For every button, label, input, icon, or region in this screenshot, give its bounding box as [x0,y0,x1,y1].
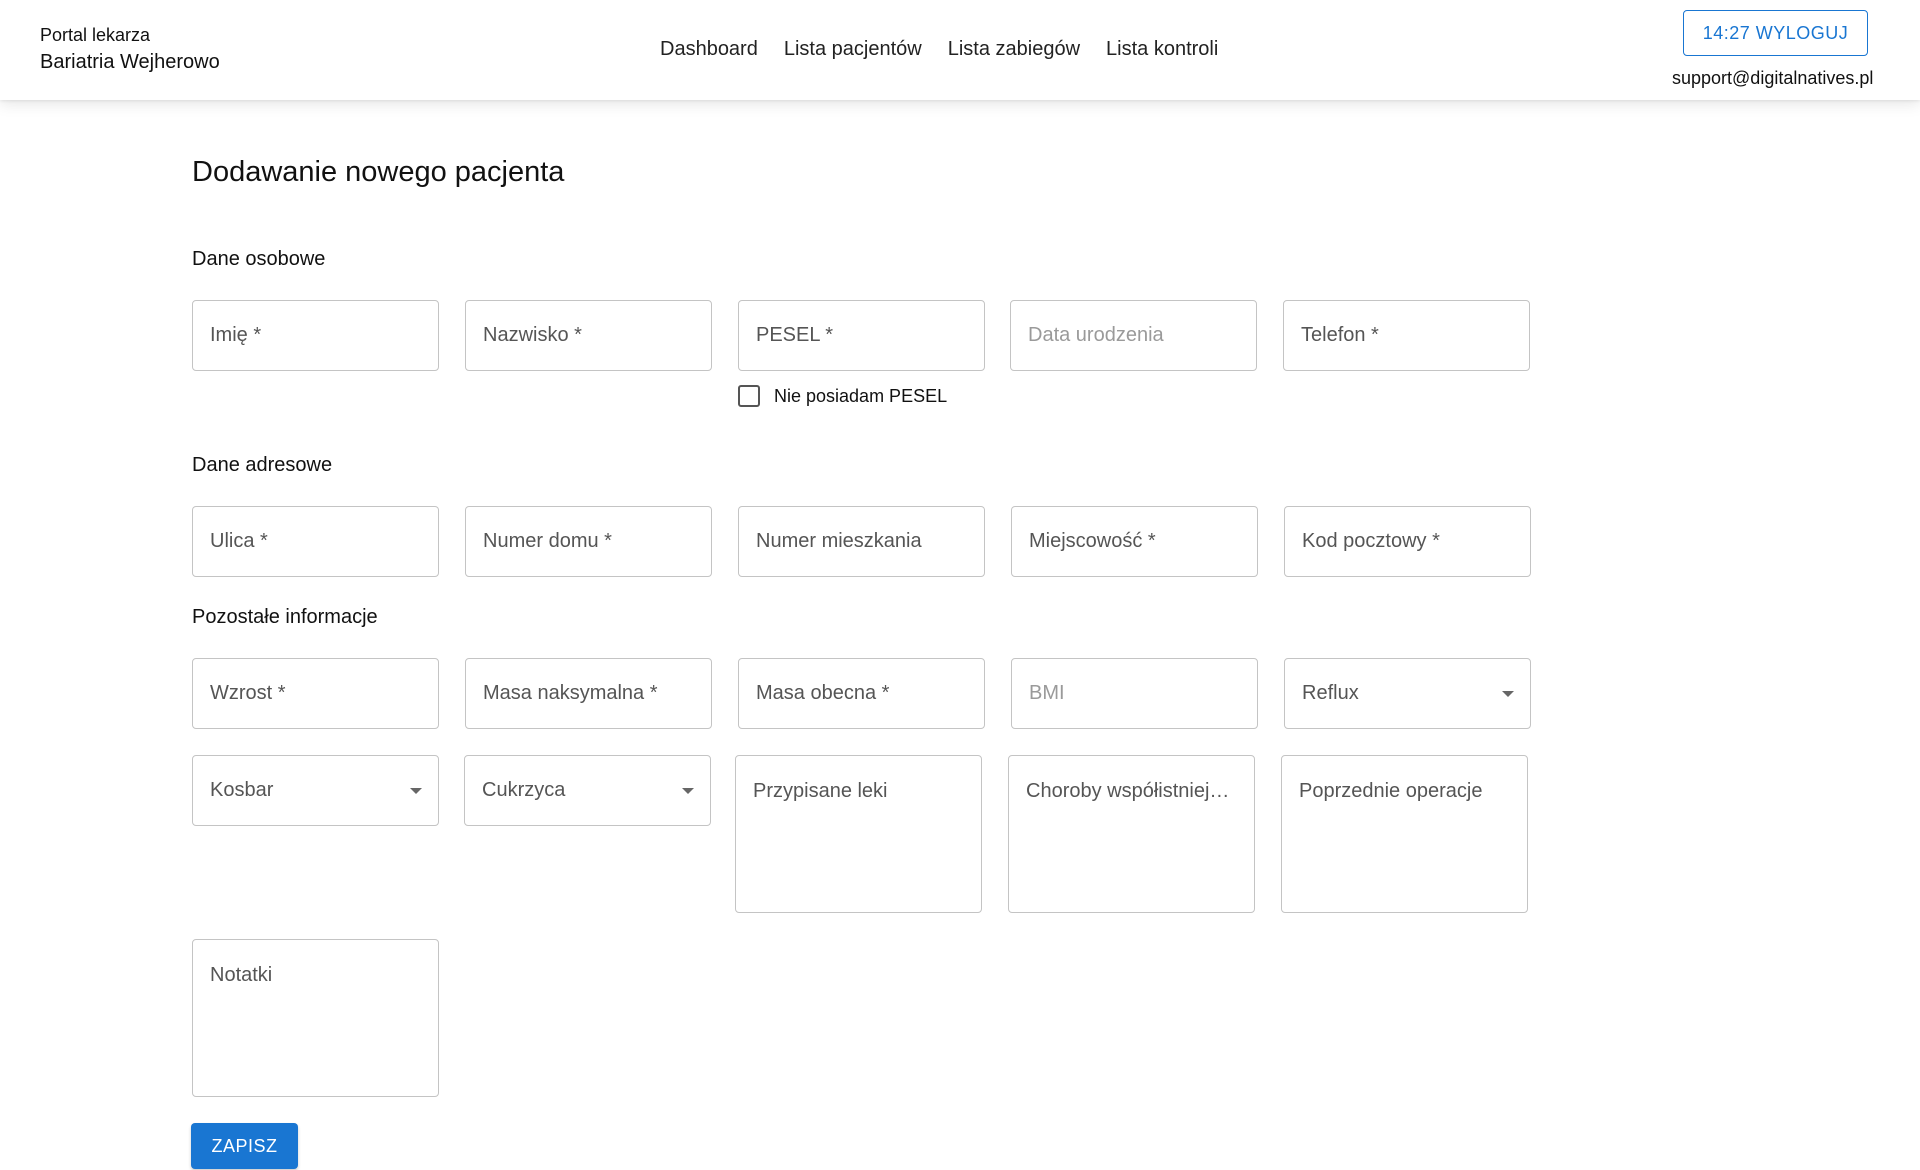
no-pesel-label: Nie posiadam PESEL [774,385,948,406]
house-number-field[interactable]: Numer domu * [465,506,712,577]
notes-label: Notatki [210,964,273,986]
save-button[interactable]: ZAPISZ [191,1123,298,1169]
medications-textarea[interactable]: Przypisane leki [735,755,982,913]
reflux-label: Reflux [1302,682,1359,704]
section-other-title: Pozostałe informacje [192,606,378,628]
phone-label: Telefon * [1301,324,1379,346]
pesel-label: PESEL * [756,324,834,346]
bmi-field[interactable]: BMI [1011,658,1258,729]
caret-down-icon [1502,691,1514,697]
birth-date-label: Data urodzenia [1028,324,1164,346]
main-nav: Dashboard Lista pacjentów Lista zabiegów… [660,38,1218,61]
portal-label: Portal lekarza [40,25,151,45]
no-pesel-checkbox[interactable] [738,385,760,407]
apartment-number-field[interactable]: Numer mieszkania [738,506,985,577]
street-label: Ulica * [210,530,268,552]
previous-operations-textarea[interactable]: Poprzednie operacje [1281,755,1528,913]
postal-code-field[interactable]: Kod pocztowy * [1284,506,1531,577]
last-name-label: Nazwisko * [483,324,582,346]
diabetes-select[interactable]: Cukrzyca [464,755,711,826]
current-weight-label: Masa obecna * [756,682,890,704]
caret-down-icon [682,788,694,794]
nav-patient-list[interactable]: Lista pacjentów [784,38,922,61]
postal-code-label: Kod pocztowy * [1302,530,1440,552]
top-app-bar: Portal lekarza Bariatria Wejherowo Dashb… [0,0,1920,100]
reflux-select[interactable]: Reflux [1284,658,1531,729]
house-number-label: Numer domu * [483,530,612,552]
caret-down-icon [410,788,422,794]
section-address-title: Dane adresowe [192,454,333,476]
pesel-field[interactable]: PESEL * [738,300,985,371]
city-field[interactable]: Miejscowość * [1011,506,1258,577]
nav-procedure-list[interactable]: Lista zabiegów [948,38,1080,61]
support-email: support@digitalnatives.pl [1672,68,1874,88]
clinic-name: Bariatria Wejherowo [40,51,220,73]
kosbar-label: Kosbar [210,779,274,801]
first-name-field[interactable]: Imię * [192,300,439,371]
medications-label: Przypisane leki [753,780,888,802]
street-field[interactable]: Ulica * [192,506,439,577]
diabetes-label: Cukrzyca [482,779,566,801]
logout-button[interactable]: 14:27 WYLOGUJ [1683,10,1868,56]
last-name-field[interactable]: Nazwisko * [465,300,712,371]
comorbidities-label: Choroby współistniejące [1026,780,1240,802]
apartment-number-label: Numer mieszkania [756,530,922,552]
phone-field[interactable]: Telefon * [1283,300,1530,371]
max-weight-field[interactable]: Masa naksymalna * [465,658,712,729]
nav-control-list[interactable]: Lista kontroli [1106,38,1218,61]
nav-dashboard[interactable]: Dashboard [660,38,758,61]
kosbar-select[interactable]: Kosbar [192,755,439,826]
notes-textarea[interactable]: Notatki [192,939,439,1097]
no-pesel-checkbox-row[interactable]: Nie posiadam PESEL [738,385,947,407]
bmi-label: BMI [1029,682,1065,704]
height-field[interactable]: Wzrost * [192,658,439,729]
page-title: Dodawanie nowego pacjenta [192,156,565,188]
previous-operations-label: Poprzednie operacje [1299,780,1483,802]
section-personal-title: Dane osobowe [192,248,326,270]
max-weight-label: Masa naksymalna * [483,682,658,704]
comorbidities-textarea[interactable]: Choroby współistniejące [1008,755,1255,913]
city-label: Miejscowość * [1029,530,1156,552]
birth-date-field[interactable]: Data urodzenia [1010,300,1257,371]
height-label: Wzrost * [210,682,286,704]
first-name-label: Imię * [210,324,262,346]
current-weight-field[interactable]: Masa obecna * [738,658,985,729]
